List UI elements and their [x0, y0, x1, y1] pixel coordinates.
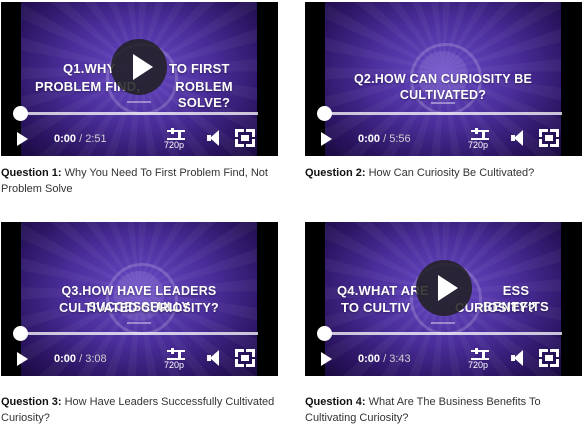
video-player-4[interactable]: Q4.WHAT ARE ESS BENEFITS TO CULTIV CURIO…: [305, 222, 582, 376]
settings-sliders-icon: [167, 128, 185, 140]
time-display: 0:00 / 3:08: [54, 353, 107, 365]
fullscreen-icon[interactable]: [235, 349, 255, 367]
quality-label: 720p: [164, 360, 185, 370]
overlay-underline: [127, 322, 151, 324]
progress-knob[interactable]: [13, 326, 28, 341]
caption-label: Question 1:: [1, 167, 62, 179]
video-player-2[interactable]: Q2.HOW CAN CURIOSITY BE CULTIVATED? 0:00…: [305, 2, 582, 156]
settings-sliders-icon: [167, 348, 185, 360]
time-separator: /: [79, 133, 83, 145]
time-separator: /: [79, 353, 83, 365]
big-play-button[interactable]: [416, 260, 472, 316]
video-caption: Question 2: How Can Curiosity Be Cultiva…: [305, 165, 585, 181]
settings-sliders-icon: [471, 348, 489, 360]
video-caption: Question 4: What Are The Business Benefi…: [305, 394, 585, 426]
quality-button[interactable]: 720p: [161, 128, 191, 152]
time-duration: 3:43: [389, 353, 411, 365]
caption-label: Question 3:: [1, 396, 62, 408]
video-card-1: Q1.WHY TO FIRST PROBLEM FIND, ROBLEM SOL…: [1, 2, 278, 195]
overlay-line: Q1.WHY: [63, 61, 116, 76]
settings-sliders-icon: [471, 128, 489, 140]
quality-label: 720p: [164, 140, 185, 150]
volume-icon[interactable]: [511, 130, 527, 146]
volume-icon[interactable]: [511, 350, 527, 366]
video-player-3[interactable]: Q3.HOW HAVE LEADERS SUCCESSFULLY CULTIVA…: [1, 222, 278, 376]
quality-button[interactable]: 720p: [465, 348, 495, 372]
overlay-line: TO FIRST: [169, 61, 230, 76]
volume-icon[interactable]: [207, 350, 223, 366]
quality-label: 720p: [468, 140, 489, 150]
caption-text: How Can Curiosity Be Cultivated?: [368, 167, 535, 179]
time-display: 0:00 / 2:51: [54, 133, 107, 145]
fullscreen-icon[interactable]: [539, 129, 559, 147]
caption-label: Question 4:: [305, 396, 366, 408]
video-caption: Question 1: Why You Need To First Proble…: [1, 165, 281, 197]
time-separator: /: [383, 133, 387, 145]
play-icon[interactable]: [321, 352, 332, 366]
video-card-2: Q2.HOW CAN CURIOSITY BE CULTIVATED? 0:00…: [305, 2, 582, 179]
play-icon[interactable]: [321, 132, 332, 146]
quality-button[interactable]: 720p: [465, 128, 495, 152]
overlay-underline: [127, 101, 151, 103]
play-icon[interactable]: [17, 352, 28, 366]
control-bar: 0:00 / 3:43 720p: [305, 342, 582, 376]
video-player-1[interactable]: Q1.WHY TO FIRST PROBLEM FIND, ROBLEM SOL…: [1, 2, 278, 156]
progress-knob[interactable]: [317, 106, 332, 121]
video-card-3: Q3.HOW HAVE LEADERS SUCCESSFULLY CULTIVA…: [1, 222, 278, 424]
progress-bar[interactable]: [21, 332, 258, 335]
overlay-underline: [431, 322, 455, 324]
progress-knob[interactable]: [317, 326, 332, 341]
time-display: 0:00 / 5:56: [358, 133, 411, 145]
progress-knob[interactable]: [13, 106, 28, 121]
time-separator: /: [383, 353, 387, 365]
play-icon: [133, 54, 153, 80]
overlay-line: Q2.HOW CAN CURIOSITY BE CULTIVATED?: [354, 72, 532, 102]
time-duration: 2:51: [85, 133, 107, 145]
video-card-4: Q4.WHAT ARE ESS BENEFITS TO CULTIV CURIO…: [305, 222, 582, 424]
time-current: 0:00: [358, 133, 381, 145]
time-duration: 5:56: [389, 133, 411, 145]
overlay-line: Q4.WHAT ARE: [337, 283, 429, 298]
play-icon: [438, 275, 458, 301]
big-play-button[interactable]: [111, 39, 167, 95]
control-bar: 0:00 / 5:56 720p: [305, 122, 582, 156]
time-current: 0:00: [54, 133, 77, 145]
volume-icon[interactable]: [207, 130, 223, 146]
control-bar: 0:00 / 2:51 720p: [1, 122, 278, 156]
caption-label: Question 2:: [305, 167, 366, 179]
overlay-line: TO CULTIV: [341, 300, 411, 315]
overlay-line: CULTIVATED CURIOSITY?: [59, 301, 219, 315]
progress-bar[interactable]: [325, 332, 562, 335]
time-current: 0:00: [54, 353, 77, 365]
overlay-line: ROBLEM SOLVE?: [175, 79, 233, 110]
time-duration: 3:08: [85, 353, 107, 365]
overlay-underline: [431, 102, 455, 104]
fullscreen-icon[interactable]: [539, 349, 559, 367]
time-current: 0:00: [358, 353, 381, 365]
play-icon[interactable]: [17, 132, 28, 146]
time-display: 0:00 / 3:43: [358, 353, 411, 365]
progress-bar[interactable]: [325, 112, 562, 115]
progress-bar[interactable]: [21, 112, 258, 115]
video-caption: Question 3: How Have Leaders Successfull…: [1, 394, 281, 426]
control-bar: 0:00 / 3:08 720p: [1, 342, 278, 376]
quality-label: 720p: [468, 360, 489, 370]
fullscreen-icon[interactable]: [235, 129, 255, 147]
quality-button[interactable]: 720p: [161, 348, 191, 372]
